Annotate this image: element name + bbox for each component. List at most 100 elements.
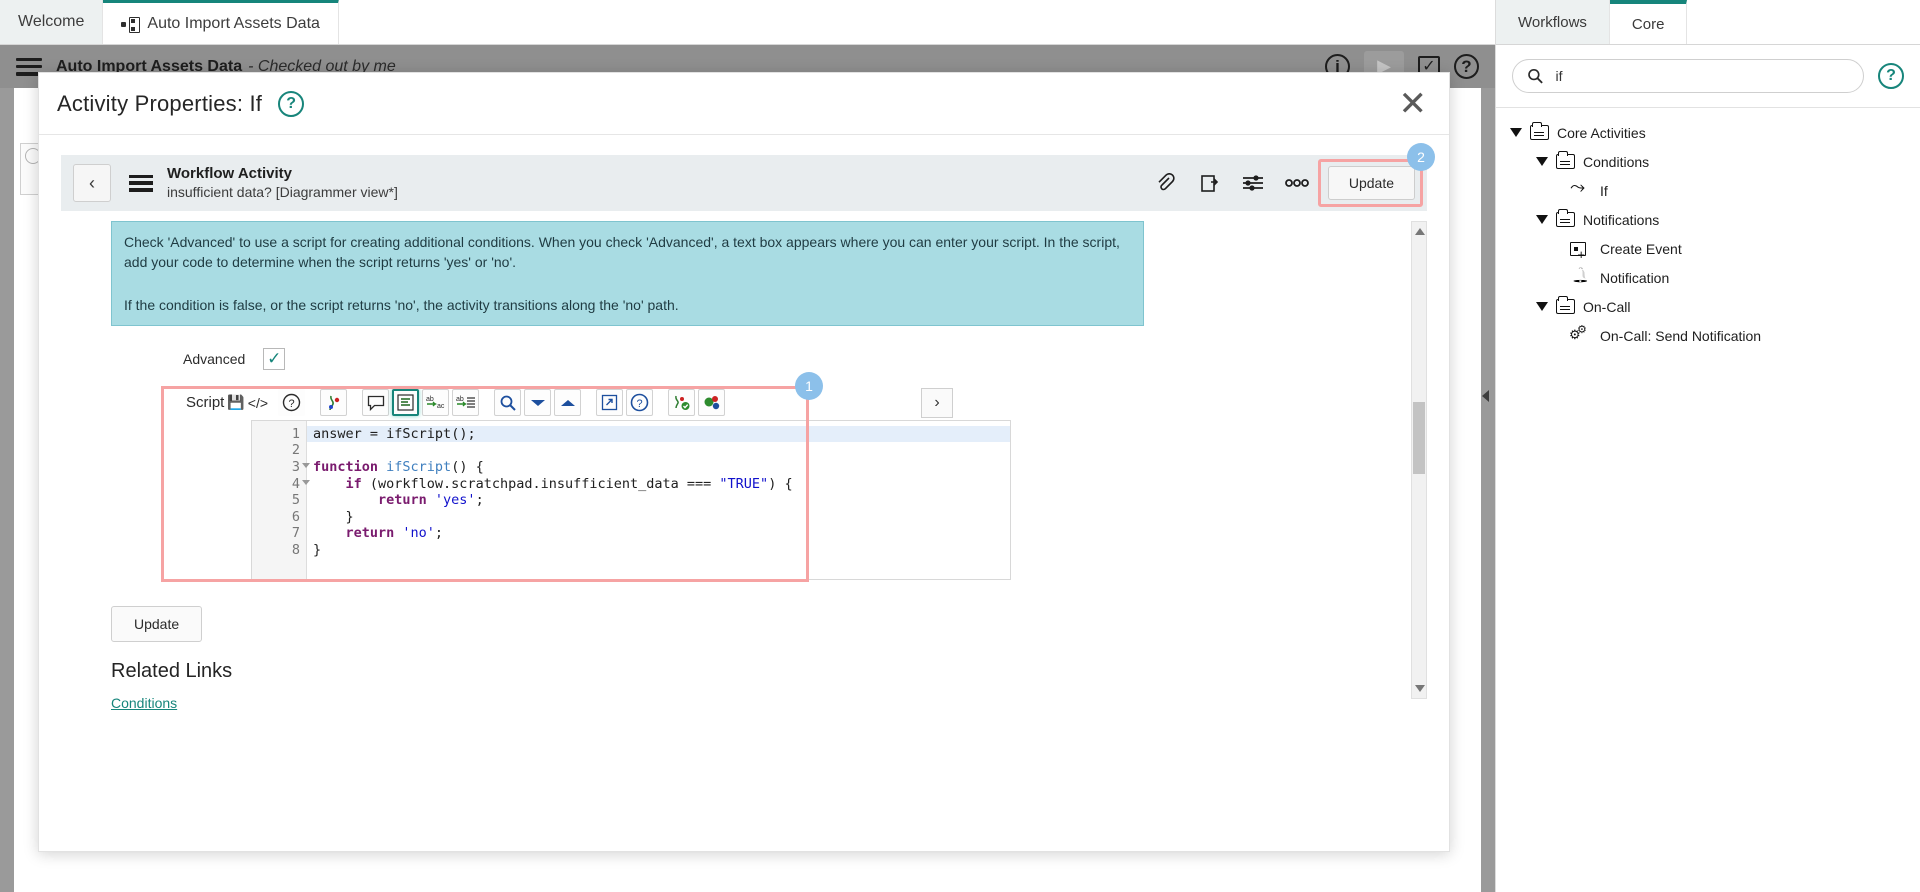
popout-icon[interactable] <box>596 389 624 417</box>
comment-icon[interactable] <box>362 389 390 417</box>
tree-item-if[interactable]: If <box>1496 176 1920 205</box>
save-icon[interactable]: 💾 <box>227 394 244 411</box>
tab-auto-import-assets-data-label: Auto Import Assets Data <box>147 14 320 32</box>
gears-icon <box>1569 323 1592 345</box>
info-icon[interactable]: ? <box>626 389 654 417</box>
svg-text:ab: ab <box>426 396 434 403</box>
dialog-header: Activity Properties: If ? ✕ <box>39 73 1449 135</box>
code-body[interactable]: answer = ifScript(); function ifScript()… <box>307 421 1010 579</box>
scroll-up-icon[interactable] <box>1415 228 1425 235</box>
tab-workflows[interactable]: Workflows <box>1496 0 1610 44</box>
chevron-left-icon[interactable]: ‹ <box>73 164 111 202</box>
syntax-icon[interactable] <box>320 389 348 417</box>
line-number: 2 <box>291 442 300 459</box>
related-link-conditions[interactable]: Conditions <box>111 695 177 711</box>
dialog-scrollbar[interactable] <box>1411 221 1427 699</box>
tree-item-notifications[interactable]: Notifications <box>1496 205 1920 234</box>
folder-icon <box>1556 208 1575 227</box>
line-number: 7 <box>291 525 300 542</box>
advanced-label: Advanced <box>183 350 246 367</box>
svg-text:ab: ab <box>456 396 464 403</box>
replace-all-icon[interactable]: ab <box>452 389 480 417</box>
scrollbar-thumb[interactable] <box>1413 402 1425 474</box>
tab-auto-import-assets-data[interactable]: Auto Import Assets Data <box>103 0 339 44</box>
chevron-down-icon[interactable] <box>1536 157 1548 166</box>
tree-item-create-event[interactable]: Create Event <box>1496 234 1920 263</box>
tab-core-label: Core <box>1631 15 1665 33</box>
if-icon <box>1570 177 1592 200</box>
info-banner-paragraph-2: If the condition is false, or the script… <box>124 296 679 313</box>
tree-item-core-activities[interactable]: Core Activities <box>1496 118 1920 147</box>
step-badge-2: 2 <box>1407 143 1435 171</box>
clipboard-icon[interactable] <box>1196 170 1222 196</box>
line-number: 3 <box>252 459 310 476</box>
sliders-icon[interactable] <box>1240 170 1266 196</box>
fold-icon[interactable] <box>302 463 310 469</box>
code-line: return 'yes'; <box>313 492 484 509</box>
svg-text:?: ? <box>288 398 294 410</box>
search-box[interactable] <box>1512 59 1864 93</box>
attachment-icon[interactable] <box>1152 170 1178 196</box>
tree-item-label: Notifications <box>1583 211 1660 228</box>
dialog-scroll-region: Check 'Advanced' to use a script for cre… <box>61 221 1427 713</box>
canvas-right-gutter <box>1481 88 1495 892</box>
code-line: answer = ifScript(); <box>307 425 1010 443</box>
scroll-down-icon[interactable] <box>1415 685 1425 692</box>
tab-welcome[interactable]: Welcome <box>0 0 104 44</box>
tree-item-on-call-send-notification[interactable]: On-Call: Send Notification <box>1496 321 1920 350</box>
tree-item-notification[interactable]: Notification <box>1496 263 1920 292</box>
format-icon[interactable] <box>392 389 420 417</box>
activity-subbar: ‹ Workflow Activity insufficient data? [… <box>61 143 1435 211</box>
hamburger-icon[interactable] <box>129 174 153 192</box>
code-icon[interactable]: </> <box>248 395 268 411</box>
workflow-icon <box>121 16 141 33</box>
subbar-subtitle: insufficient data? [Diagrammer view*] <box>167 183 398 200</box>
chevron-down-icon[interactable] <box>1536 302 1548 311</box>
close-icon[interactable]: ✕ <box>1399 87 1428 121</box>
info-banner-paragraph-1: Check 'Advanced' to use a script for cre… <box>124 234 1120 271</box>
tree-item-label: On-Call: Send Notification <box>1600 327 1762 344</box>
advanced-row: Advanced ✓ <box>183 347 1427 370</box>
line-number: 5 <box>291 492 300 509</box>
line-number: 8 <box>291 542 300 559</box>
script-label: Script <box>186 394 225 412</box>
tree-item-on-call[interactable]: On-Call <box>1496 292 1920 321</box>
more-icon[interactable] <box>1284 170 1310 196</box>
validate-icon[interactable] <box>668 389 696 417</box>
search-input[interactable] <box>1553 67 1849 85</box>
code-line: return 'no'; <box>313 525 444 542</box>
fold-icon[interactable] <box>302 479 310 485</box>
code-editor[interactable]: 1 2 3 4 5 6 7 8 answer = ifScript(); fun… <box>251 419 1011 580</box>
activity-properties-dialog: Activity Properties: If ? ✕ ‹ Workflow A… <box>38 72 1450 852</box>
update-button-top[interactable]: Update <box>1327 166 1415 200</box>
tree-item-label: Create Event <box>1600 240 1682 257</box>
tree-item-label: If <box>1600 182 1608 199</box>
chevron-right-icon[interactable]: › <box>921 387 953 418</box>
code-line: } <box>313 508 354 525</box>
debug-icon[interactable] <box>698 389 726 417</box>
tab-core[interactable]: Core <box>1609 0 1688 44</box>
tree-item-conditions[interactable]: Conditions <box>1496 147 1920 176</box>
subbar-title: Workflow Activity <box>167 164 293 182</box>
panel-collapse-arrow-icon[interactable] <box>1482 390 1489 402</box>
help-icon[interactable]: ? <box>1878 63 1904 89</box>
dialog-title: Activity Properties: If <box>57 90 263 116</box>
previous-icon[interactable] <box>554 389 582 417</box>
subbar-tools: Update <box>1152 166 1415 200</box>
help-icon[interactable]: ? <box>1454 54 1479 79</box>
advanced-checkbox[interactable]: ✓ <box>263 347 286 370</box>
chevron-down-icon[interactable] <box>1536 215 1548 224</box>
help-icon[interactable]: ? <box>278 389 306 417</box>
update-button-bottom[interactable]: Update <box>111 605 203 642</box>
search-icon[interactable] <box>494 389 522 417</box>
next-icon[interactable] <box>524 389 552 417</box>
tree-item-label: Core Activities <box>1557 124 1646 141</box>
search-icon <box>1528 68 1543 84</box>
chevron-down-icon[interactable] <box>1510 128 1522 137</box>
bell-icon <box>1570 269 1592 287</box>
right-panel-tabs: Workflows Core <box>1496 0 1920 45</box>
svg-text:?: ? <box>636 398 642 410</box>
help-icon[interactable]: ? <box>278 90 305 117</box>
replace-icon[interactable]: ab ac <box>422 389 450 417</box>
